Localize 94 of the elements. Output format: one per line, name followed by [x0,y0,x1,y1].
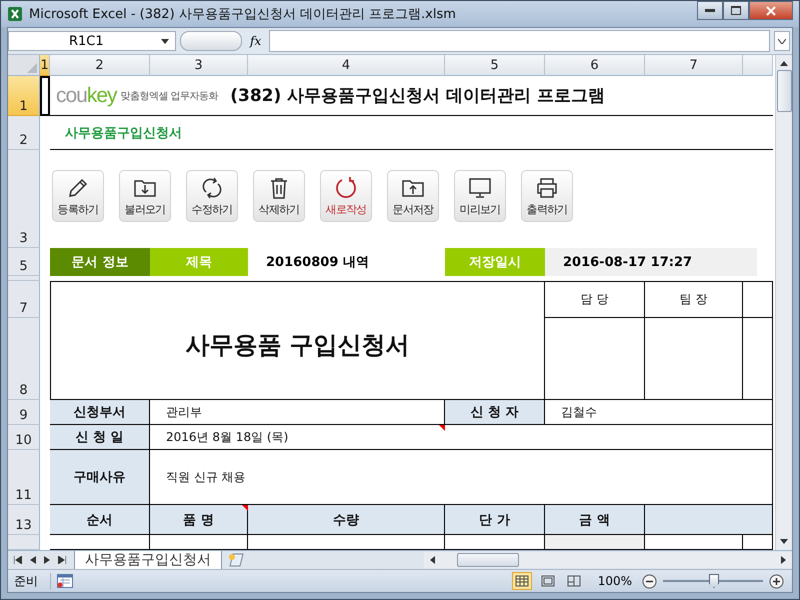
comment-marker-icon[interactable] [242,505,248,511]
row-header[interactable]: 5 [8,248,40,276]
row-header[interactable]: 1 [8,76,40,116]
formula-input[interactable] [269,30,770,52]
comment-marker-icon[interactable] [439,425,445,431]
info-label: 제목 [150,248,248,276]
row-header[interactable]: 13 [8,505,40,535]
sheet-subtitle: 사무용품구입신청서 [65,124,182,142]
name-box[interactable]: R1C1 [8,31,176,51]
maximize-button[interactable] [723,1,749,20]
printer-icon [535,176,559,200]
table-header: 순서 [50,505,150,535]
column-header[interactable]: 1 [40,55,50,76]
row-header[interactable]: 8 [8,318,40,400]
form-label: 구매사유 [50,450,150,505]
normal-view-button[interactable] [512,572,532,590]
table-header: 품 명 [150,505,248,535]
insert-function-button[interactable]: fx [246,34,266,48]
brand-tagline: 맞춤형엑셀 업무자동화 [120,90,218,102]
row-header[interactable]: 10 [8,425,40,450]
minimize-button[interactable] [697,1,723,20]
scroll-right-icon [781,556,786,564]
circular-arrow-icon [334,176,358,200]
approval-header: 팀 장 [645,281,743,318]
vertical-scrollbar[interactable] [775,55,792,550]
zoom-level[interactable]: 100% [598,574,632,588]
row-header[interactable]: 11 [8,450,40,505]
approval-header: 담 당 [545,281,645,318]
row-header[interactable]: 2 [8,116,40,150]
program-title: (382) 사무용품구입신청서 데이터관리 프로그램 [230,85,606,107]
first-sheet-icon[interactable] [14,556,22,564]
form-label: 신청부서 [50,400,150,425]
formula-bar-handle[interactable] [180,31,242,51]
zoom-in-icon[interactable] [769,574,784,588]
zoom-slider-thumb[interactable] [709,574,719,588]
form-value: 2016년 8월 18일 (목) [150,425,773,450]
monitor-icon [468,176,492,200]
table-header: 금 액 [545,505,645,535]
expand-formula-button[interactable] [774,31,790,51]
status-mode: 준비 [14,572,51,590]
column-header[interactable]: 3 [150,55,248,76]
toolbar-button[interactable]: 불러오기 [119,170,171,222]
toolbar-button[interactable]: 새로작성 [320,170,372,222]
table-header: 단 가 [445,505,545,535]
scroll-left-icon [430,556,435,564]
toolbar-button[interactable]: 미리보기 [454,170,506,222]
column-header[interactable]: 6 [545,55,645,76]
insert-sheet-icon[interactable] [226,553,244,567]
info-label: 저장일시 [445,248,545,276]
toolbar-button[interactable]: 출력하기 [521,170,573,222]
form-value: 김철수 [545,400,773,425]
column-header[interactable]: 2 [50,55,150,76]
table-header: 수량 [248,505,445,535]
column-header[interactable]: 4 [248,55,445,76]
scroll-down-icon [780,539,788,544]
next-sheet-icon[interactable] [44,556,50,564]
row-header[interactable]: 9 [8,400,40,425]
info-section-label: 문서 정보 [50,248,150,276]
dropdown-caret-icon [161,38,169,44]
refresh-icon [200,176,224,200]
row-header[interactable]: 7 [8,281,40,318]
form-label: 신 청 일 [50,425,150,450]
form-heading: 사무용품 구입신청서 [50,281,545,400]
brand-logo: coukey [56,84,117,108]
toolbar-button[interactable]: 문서저장 [387,170,439,222]
scroll-up-icon [780,61,788,66]
close-icon [766,6,776,16]
zoom-slider[interactable] [663,573,763,589]
column-header[interactable]: 5 [445,55,545,76]
form-value: 관리부 [150,400,445,425]
toolbar-button[interactable]: 수정하기 [186,170,238,222]
last-sheet-icon[interactable] [58,556,66,564]
horizontal-scrollbar[interactable] [424,552,792,568]
toolbar-button[interactable]: 등록하기 [52,170,104,222]
form-label: 신 청 자 [445,400,545,425]
minimize-icon [705,8,715,12]
active-cell[interactable] [40,76,50,116]
sheet-tab[interactable]: 사무용품구입신청서 [74,550,222,570]
column-header[interactable]: 7 [645,55,743,76]
approval-header [743,281,773,318]
scroll-thumb[interactable] [457,553,519,567]
info-value: 20160809 내역 [265,254,370,272]
close-button[interactable] [749,1,793,20]
scroll-thumb[interactable] [776,70,792,112]
window-title: Microsoft Excel - (382) 사무용품구입신청서 데이터관리 프로그램.xlsm [29,6,456,23]
info-value: 2016-08-17 17:27 [545,248,757,276]
maximize-icon [731,6,741,15]
zoom-out-icon[interactable] [642,574,657,588]
toolbar-button[interactable]: 삭제하기 [253,170,305,222]
spreadsheet-app-icon [7,6,23,22]
previous-sheet-icon[interactable] [30,556,36,564]
macro-record-icon[interactable] [57,574,73,588]
row-header[interactable]: 3 [8,150,40,248]
caret-icon [778,38,786,44]
